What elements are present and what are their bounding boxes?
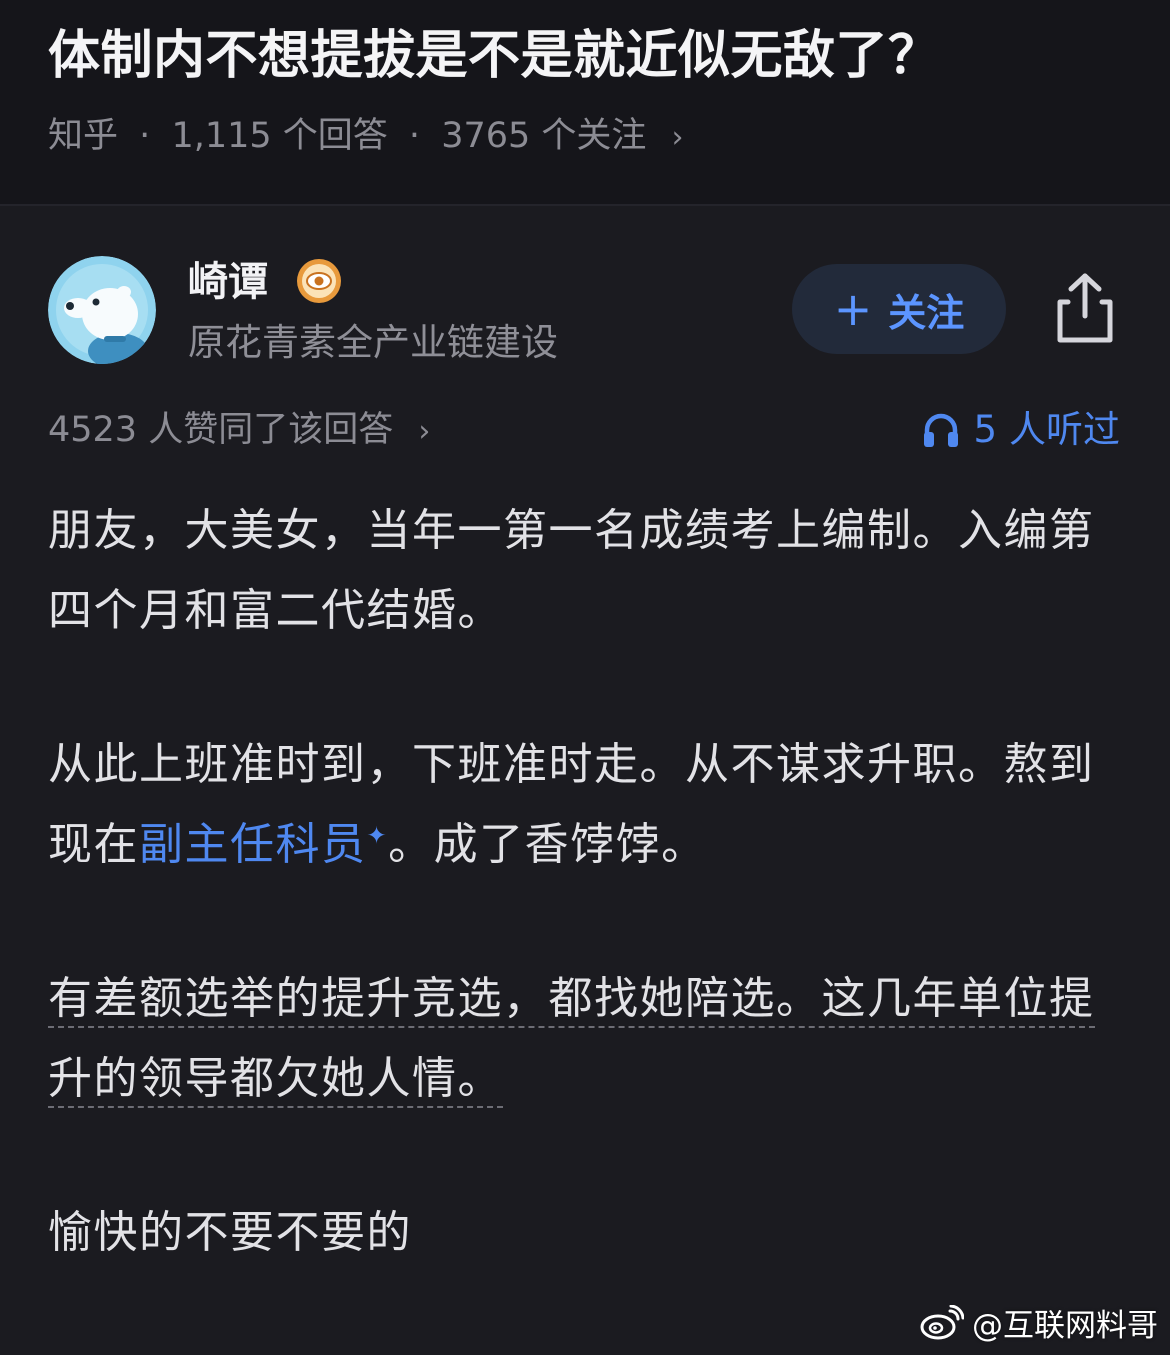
followers-count: 3765 个关注 (441, 116, 647, 156)
listen-info[interactable]: 5 人听过 (921, 406, 1120, 454)
source-label: 知乎 (48, 116, 119, 156)
sparkle-icon: ✦ (366, 821, 389, 850)
chevron-right-icon: › (418, 414, 431, 449)
share-icon[interactable] (1052, 270, 1118, 346)
author-name[interactable]: 崎谭 (188, 256, 268, 308)
keyword-link[interactable]: 副主任科员 (139, 819, 367, 870)
watermark: @互联网料哥 (920, 1300, 1158, 1345)
question-meta[interactable]: 知乎 · 1,115 个回答 · 3765 个关注 › (48, 112, 684, 162)
answer-content: 朋友，大美女，当年一第一名成绩考上编制。入编第四个月和富二代结婚。 从此上班准时… (48, 491, 1123, 1347)
paragraph: 朋友，大美女，当年一第一名成绩考上编制。入编第四个月和富二代结婚。 (48, 505, 1095, 636)
paragraph: 从此上班准时到，下班准时走。从不谋求升职。熬到现在副主任科员✦。成了香饽饽。 (48, 725, 1123, 885)
author-bio: 原花青素全产业链建设 (188, 321, 558, 364)
paragraph[interactable]: 有差额选举的提升竞选，都找她陪选。这几年单位提升的领导都欠她人情。 (48, 959, 1123, 1119)
follow-button[interactable]: + 关注 (792, 264, 1006, 354)
polar-bear-avatar-icon[interactable] (48, 256, 156, 364)
question-header: 体制内不想提拔是不是就近似无敌了？ 知乎 · 1,115 个回答 · 3765 … (0, 0, 1170, 204)
answer-card: 崎谭 原花青素全产业链建设 + 关注 4523 人赞同了该回答 › 5 人听过 (0, 206, 1170, 1355)
headphones-icon (924, 413, 959, 447)
plus-icon: + (833, 282, 873, 336)
highlighted-text: 有差额选举的提升竞选，都找她陪选。这几年单位提升的领导都欠她人情。 (48, 973, 1095, 1108)
eye-badge-icon (296, 258, 342, 304)
follow-label: 关注 (888, 290, 965, 335)
chevron-right-icon: › (671, 120, 684, 155)
answers-count: 1,115 个回答 (171, 116, 388, 156)
listen-count: 5 (973, 408, 997, 451)
upvote-text: 4523 人赞同了该回答 (48, 410, 394, 450)
paragraph-text: 。成了香饽饽。 (388, 819, 707, 870)
weibo-icon (920, 1304, 964, 1339)
question-title[interactable]: 体制内不想提拔是不是就近似无敌了？ (48, 22, 941, 90)
paragraph: 愉快的不要不要的 (48, 1207, 412, 1258)
listen-suffix: 人听过 (1009, 408, 1120, 451)
meta-separator: · (139, 116, 151, 156)
upvote-info[interactable]: 4523 人赞同了该回答 › (48, 406, 430, 456)
meta-separator: · (408, 116, 421, 156)
watermark-text: @互联网料哥 (972, 1308, 1158, 1344)
